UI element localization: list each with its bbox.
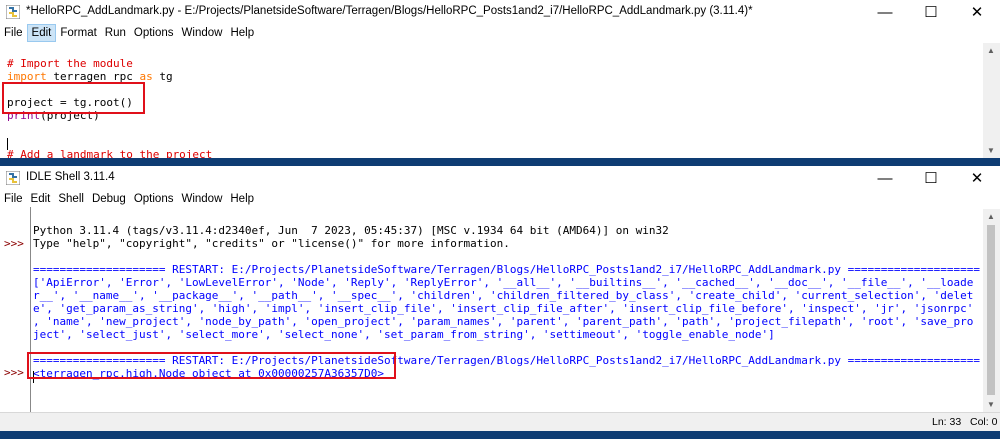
shell-prompt: >>>	[4, 237, 24, 250]
editor-menu-bar: File Edit Format Run Options Window Help	[0, 24, 1000, 43]
window-bottom-edge	[0, 431, 1000, 439]
close-button[interactable]: ✕	[954, 0, 1000, 24]
menu-shell[interactable]: Shell	[54, 190, 88, 209]
output-line: ject', 'select_just', 'select_more', 'se…	[33, 328, 775, 341]
close-button[interactable]: ✕	[954, 166, 1000, 190]
line-number: Ln: 33	[932, 416, 962, 428]
menu-options[interactable]: Options	[130, 24, 178, 43]
menu-run[interactable]: Run	[101, 24, 130, 43]
shell-window-title: IDLE Shell 3.11.4	[26, 171, 115, 183]
menu-format[interactable]: Format	[56, 24, 100, 43]
output-line: ['ApiError', 'Error', 'LowLevelError', '…	[33, 276, 974, 289]
gutter-separator	[30, 207, 31, 412]
highlight-box-code	[2, 82, 145, 114]
minimize-button[interactable]: —	[862, 166, 908, 190]
output-line: , 'name', 'new_project', 'node_by_path',…	[33, 315, 974, 328]
menu-file[interactable]: File	[0, 24, 27, 43]
editor-title-bar[interactable]: *HelloRPC_AddLandmark.py - E:/Projects/P…	[0, 0, 1000, 24]
text-cursor	[7, 138, 8, 150]
menu-window[interactable]: Window	[178, 24, 227, 43]
status-bar: Ln: 33 Col: 0	[0, 412, 1000, 432]
scroll-up-icon[interactable]: ▲	[987, 46, 995, 55]
scroll-down-icon[interactable]: ▼	[987, 400, 995, 409]
menu-help[interactable]: Help	[226, 24, 258, 43]
python-icon	[6, 171, 20, 185]
shell-scrollbar[interactable]: ▲ ▼	[983, 209, 1000, 412]
shell-title-bar[interactable]: IDLE Shell 3.11.4 — ☐ ✕	[0, 166, 1000, 190]
python-icon	[6, 5, 20, 19]
python-banner: Python 3.11.4 (tags/v3.11.4:d2340ef, Jun…	[33, 224, 669, 237]
code-comment: # Add a landmark to the project	[7, 148, 213, 158]
scroll-down-icon[interactable]: ▼	[987, 146, 995, 155]
minimize-button[interactable]: —	[862, 0, 908, 24]
code-comment: # Import the module	[7, 57, 133, 70]
scrollbar-thumb[interactable]	[987, 225, 995, 395]
menu-help[interactable]: Help	[226, 190, 258, 209]
prompt-gutter: >>> >>>	[0, 207, 30, 412]
output-line: e', 'get_param_as_string', 'high', 'impl…	[33, 302, 974, 315]
menu-debug[interactable]: Debug	[88, 190, 130, 209]
shell-menu-bar: File Edit Shell Debug Options Window Hel…	[0, 190, 1000, 209]
maximize-button[interactable]: ☐	[908, 0, 954, 24]
help-banner: Type "help", "copyright", "credits" or "…	[33, 237, 510, 250]
editor-scrollbar[interactable]: ▲ ▼	[983, 43, 1000, 158]
maximize-button[interactable]: ☐	[908, 166, 954, 190]
highlight-box-output	[27, 352, 396, 379]
menu-options[interactable]: Options	[130, 190, 178, 209]
editor-window: *HelloRPC_AddLandmark.py - E:/Projects/P…	[0, 0, 1000, 158]
shell-prompt: >>>	[4, 366, 24, 379]
column-number: Col: 0	[970, 416, 998, 428]
scroll-up-icon[interactable]: ▲	[987, 212, 995, 221]
menu-edit[interactable]: Edit	[26, 24, 57, 42]
editor-window-title: *HelloRPC_AddLandmark.py - E:/Projects/P…	[26, 5, 753, 17]
window-divider	[0, 158, 1000, 166]
menu-window[interactable]: Window	[177, 190, 226, 209]
restart-line: ==================== RESTART: E:/Project…	[33, 263, 981, 276]
module-alias: tg	[152, 70, 173, 83]
output-line: r__', '__name__', '__package__', '__path…	[33, 289, 974, 302]
